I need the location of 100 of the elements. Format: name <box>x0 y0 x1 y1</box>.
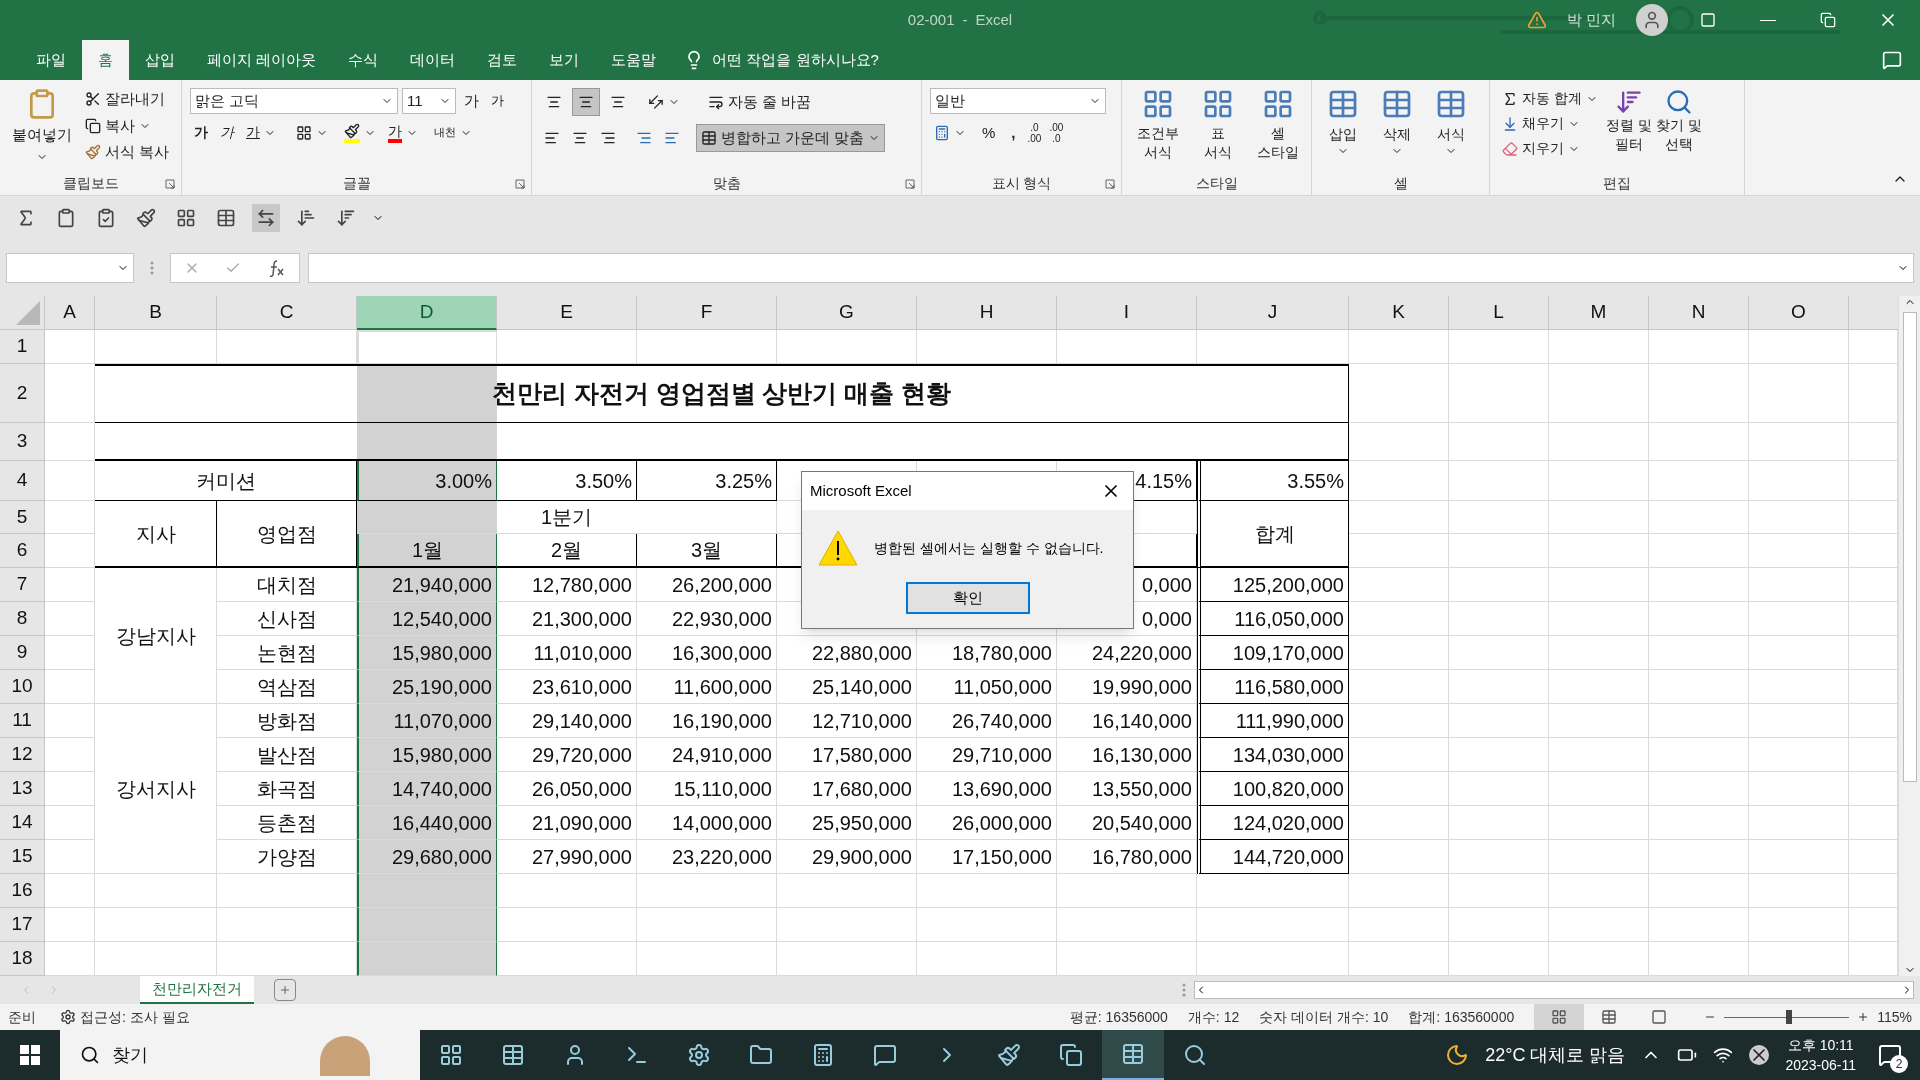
column-header[interactable]: B <box>95 296 217 330</box>
column-header[interactable]: I <box>1057 296 1197 330</box>
cell-button[interactable]: 삽입 <box>1320 88 1366 171</box>
font-name-dropdown[interactable]: 맑은 고딕 <box>190 88 398 114</box>
table-cell: 27,990,000 <box>497 840 637 874</box>
wrap-text-button[interactable]: 자동 줄 바꿈 <box>704 90 816 114</box>
table-cell: 12,710,000 <box>777 704 917 738</box>
table-cell: 강서지사 <box>95 704 217 874</box>
column-header[interactable]: N <box>1649 296 1749 330</box>
paste-button[interactable]: 붙여넣기 <box>8 88 77 171</box>
clock-date: 2023-06-11 <box>1785 1056 1856 1075</box>
column-header[interactable]: L <box>1449 296 1549 330</box>
column-header[interactable]: H <box>917 296 1057 330</box>
table-cell: 1월 <box>357 534 497 568</box>
table-cell: 22,880,000 <box>777 636 917 670</box>
shrink-font-button[interactable]: 가 <box>487 91 508 111</box>
sheet-tab[interactable]: 천만리자전거 <box>140 976 254 1004</box>
ribbon-tab[interactable]: 검토 <box>471 40 534 80</box>
row-header[interactable]: 5 <box>0 501 45 534</box>
column-header[interactable]: D <box>357 296 497 330</box>
style-button[interactable]: 표 서식 <box>1190 88 1246 171</box>
column-header[interactable]: M <box>1549 296 1649 330</box>
column-header[interactable]: G <box>777 296 917 330</box>
merge-center-button[interactable]: 병합하고 가운데 맞춤 <box>696 124 886 152</box>
decrease-decimal-button[interactable]: .00 .0 <box>1049 122 1064 145</box>
font-size-dropdown[interactable]: 11 <box>402 88 456 114</box>
row-header[interactable]: 4 <box>0 461 45 501</box>
row-header[interactable]: 12 <box>0 738 45 772</box>
phonetic-guide-button[interactable]: 내천 <box>430 124 476 141</box>
cell-button[interactable]: 삭제 <box>1374 88 1420 171</box>
percent-button[interactable]: % <box>978 122 1000 145</box>
ribbon-tab[interactable]: 데이터 <box>394 40 472 80</box>
row-header[interactable]: 1 <box>0 330 45 364</box>
dialog-message: 병합된 셀에서는 실행할 수 없습니다. <box>874 538 1104 558</box>
column-header[interactable]: O <box>1749 296 1849 330</box>
row-header[interactable]: 3 <box>0 423 45 461</box>
table-cell: 12,540,000 <box>357 602 497 636</box>
ribbon-tab[interactable]: 홈 <box>82 40 129 80</box>
row-header[interactable]: 11 <box>0 704 45 738</box>
row-header[interactable]: 16 <box>0 874 45 908</box>
row-header[interactable]: 6 <box>0 534 45 568</box>
table-cell: 17,580,000 <box>777 738 917 772</box>
ok-button[interactable]: 확인 <box>905 582 1030 614</box>
column-header[interactable]: J <box>1197 296 1349 330</box>
ribbon-tab[interactable]: 페이지 레이아웃 <box>191 40 333 80</box>
copy-button[interactable]: 복사 <box>80 114 173 137</box>
row-header[interactable]: 13 <box>0 772 45 806</box>
table-cell: 14,740,000 <box>357 772 497 806</box>
ribbon-tab[interactable]: 보기 <box>533 40 596 80</box>
cut-button[interactable]: 잘라내기 <box>80 88 173 111</box>
ribbon-tab[interactable]: 삽입 <box>129 40 191 80</box>
comma-button[interactable]: , <box>1007 122 1020 145</box>
row-header[interactable]: 9 <box>0 636 45 670</box>
ribbon-tab[interactable]: 도움말 <box>595 40 673 80</box>
table-cell: 25,190,000 <box>357 670 497 704</box>
table-cell: 26,050,000 <box>497 772 637 806</box>
notification-button[interactable]: 2 <box>1872 1037 1908 1073</box>
style-button[interactable]: 조건부 서식 <box>1130 88 1186 171</box>
autosum-button[interactable]: 자동 합계 <box>1498 88 1602 109</box>
column-header[interactable]: F <box>637 296 777 330</box>
row-header[interactable]: 17 <box>0 908 45 942</box>
italic-button[interactable]: 가 <box>216 122 238 143</box>
table-cell: 천만리 자전거 영업점별 상반기 매출 현황 <box>95 364 1349 423</box>
file-name: 02-001 <box>907 9 955 30</box>
row-header[interactable]: 2 <box>0 364 45 423</box>
row-header[interactable]: 18 <box>0 942 45 976</box>
clock-time: 오후 10:11 <box>1787 1036 1854 1055</box>
clear-button[interactable]: 지우기 <box>1498 138 1602 159</box>
style-button[interactable]: 셀 스타일 <box>1250 88 1306 171</box>
number-format-dropdown[interactable]: 일반 <box>930 88 1106 114</box>
row-header[interactable]: 8 <box>0 602 45 636</box>
taskbar-search-field[interactable]: 찾기 <box>60 1030 420 1080</box>
average-readout: 평균: 16356000 <box>1069 1007 1168 1027</box>
find-select-button[interactable]: 찾기 및 선택 <box>1655 88 1702 171</box>
column-header[interactable]: A <box>45 296 95 330</box>
fill-button[interactable]: 채우기 <box>1498 113 1602 134</box>
ribbon-tab[interactable]: 수식 <box>332 40 395 80</box>
column-header[interactable]: E <box>497 296 637 330</box>
sort-filter-button[interactable]: 정렬 및 필터 <box>1605 88 1652 171</box>
table-cell: 24,220,000 <box>1057 636 1197 670</box>
table-cell: 21,940,000 <box>357 568 497 602</box>
grow-font-button[interactable]: 가 <box>460 89 483 113</box>
numeric-count-readout: 숫자 데이터 개수: 10 <box>1259 1007 1389 1027</box>
table-cell: 18,780,000 <box>917 636 1057 670</box>
ribbon-tab[interactable]: 파일 <box>20 40 82 80</box>
bold-button[interactable]: 가 <box>190 122 212 143</box>
row-header[interactable]: 7 <box>0 568 45 602</box>
row-header[interactable]: 15 <box>0 840 45 874</box>
underline-button[interactable]: 가 <box>242 122 280 143</box>
font-color-button[interactable]: 가 <box>384 122 422 143</box>
table-cell: 25,140,000 <box>777 670 917 704</box>
column-header[interactable]: C <box>217 296 357 330</box>
table-cell: 12,780,000 <box>497 568 637 602</box>
increase-decimal-button[interactable]: .0 .00 <box>1027 122 1042 145</box>
cell-button[interactable]: 서식 <box>1428 88 1474 171</box>
row-header[interactable]: 14 <box>0 806 45 840</box>
format-painter-button[interactable]: 서식 복사 <box>80 141 173 164</box>
column-header[interactable]: K <box>1349 296 1449 330</box>
table-cell: 16,190,000 <box>637 704 777 738</box>
row-header[interactable]: 10 <box>0 670 45 704</box>
